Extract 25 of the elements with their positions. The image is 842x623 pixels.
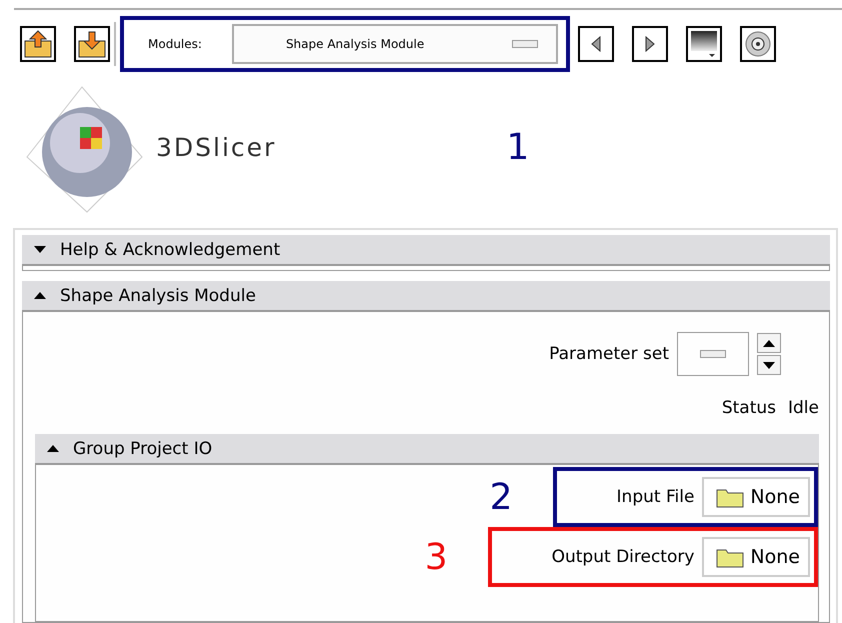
modules-label: Modules: — [147, 37, 203, 51]
spin-up-icon[interactable] — [757, 333, 781, 353]
previous-icon[interactable] — [578, 26, 614, 62]
status-value: Idle — [788, 398, 819, 418]
spin-down-icon[interactable] — [757, 355, 781, 375]
upload-icon[interactable] — [20, 26, 56, 62]
gradient-menu-icon[interactable] — [686, 26, 722, 62]
callout-number: 2 — [490, 476, 513, 518]
download-icon[interactable] — [74, 26, 110, 62]
field-label: Input File — [616, 487, 694, 507]
status-label: Status — [722, 398, 776, 418]
logo-text: 3DSlicer — [156, 132, 276, 162]
section-header[interactable]: Help & Acknowledgement — [22, 235, 830, 266]
group-header[interactable]: Group Project IO — [35, 434, 819, 465]
callout-number: 1 — [506, 126, 530, 168]
file-select-button[interactable]: None — [702, 477, 810, 517]
callout-number: 3 — [424, 536, 448, 578]
parameter-set-label: Parameter set — [549, 344, 669, 364]
field-label: Output Directory — [552, 547, 694, 567]
settings-icon[interactable] — [740, 26, 776, 62]
file-select-button[interactable]: None — [702, 537, 810, 577]
next-icon[interactable] — [632, 26, 668, 62]
section-header[interactable]: Shape Analysis Module — [22, 281, 830, 312]
parameter-set-select[interactable] — [677, 332, 749, 376]
module-select[interactable]: Shape Analysis Module — [232, 24, 558, 64]
